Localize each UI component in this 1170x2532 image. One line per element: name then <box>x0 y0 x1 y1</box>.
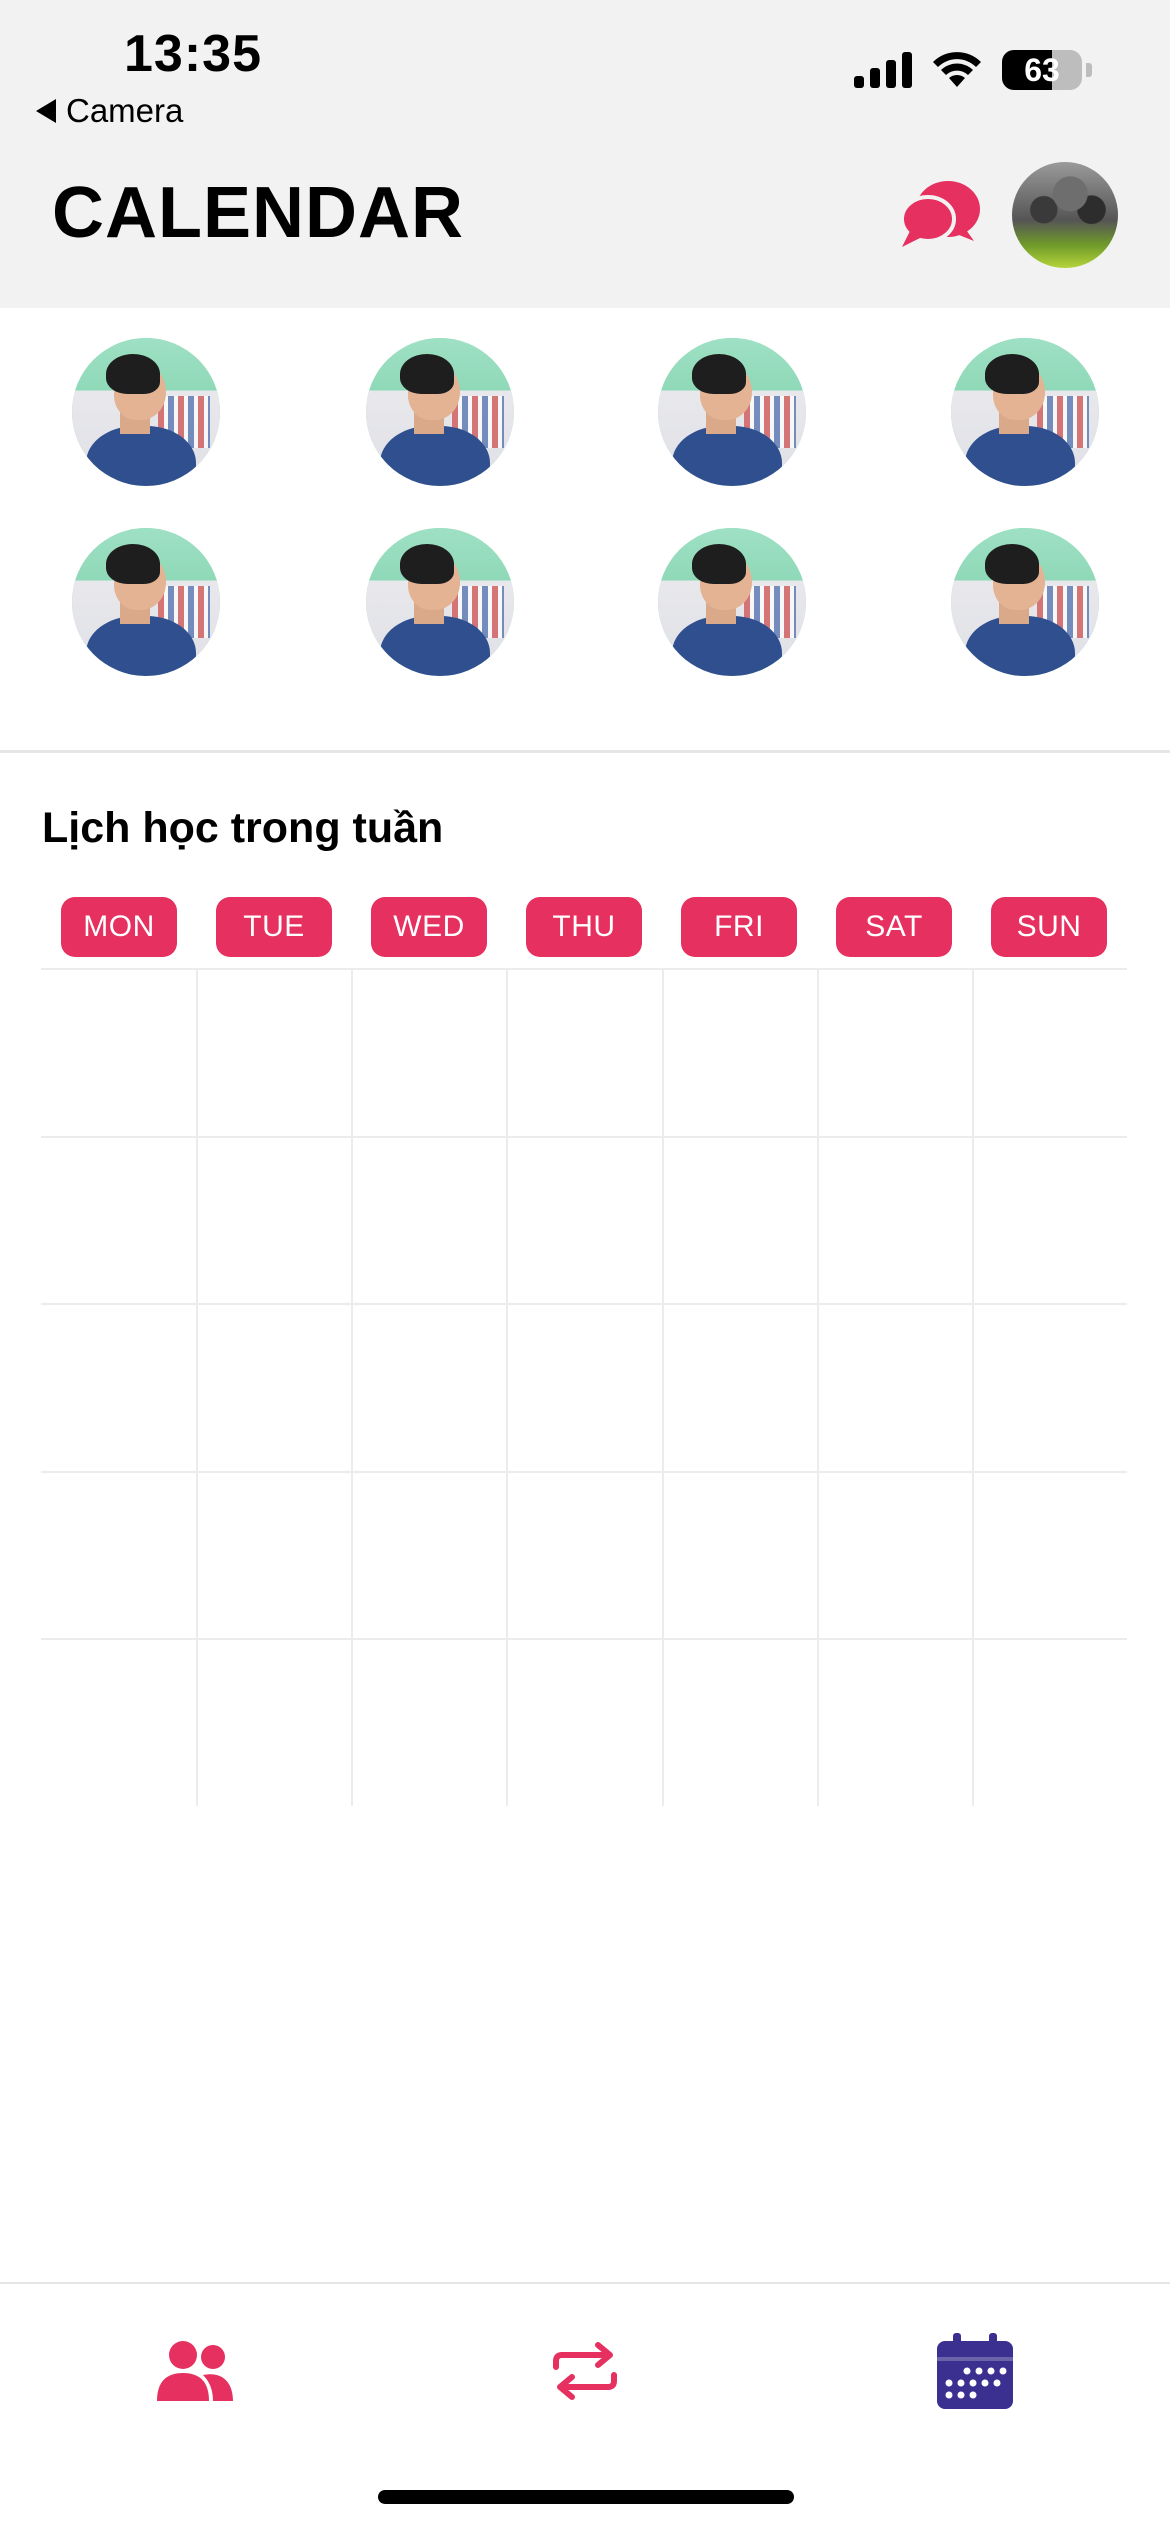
section-divider <box>0 750 1170 753</box>
friend-avatar[interactable] <box>951 528 1099 676</box>
day-pill-tue[interactable]: TUE <box>216 897 332 957</box>
profile-avatar[interactable] <box>1012 162 1118 268</box>
nav-swap-button[interactable] <box>540 2326 630 2416</box>
day-pill-sun[interactable]: SUN <box>991 897 1107 957</box>
chat-bubbles-icon[interactable] <box>898 175 982 255</box>
bottom-nav-divider <box>0 2282 1170 2284</box>
grid-row-line <box>41 1471 1127 1473</box>
day-pill-sat[interactable]: SAT <box>836 897 952 957</box>
friend-avatar[interactable] <box>366 528 514 676</box>
top-area: 13:35 Camera 63 CALENDAR <box>0 0 1170 308</box>
status-time: 13:35 <box>124 25 262 83</box>
nav-friends-button[interactable] <box>150 2326 240 2416</box>
grid-column-line <box>817 968 819 1806</box>
back-arrow-icon <box>36 99 56 123</box>
friend-avatar[interactable] <box>72 528 220 676</box>
grid-row-line <box>41 1303 1127 1305</box>
grid-column-line <box>972 968 974 1806</box>
users-icon <box>157 2341 233 2401</box>
calendar-icon <box>937 2333 1013 2409</box>
wifi-icon <box>933 52 981 87</box>
schedule-title: Lịch học trong tuần <box>42 804 444 852</box>
cellular-signal-icon <box>854 52 912 88</box>
day-pill-mon[interactable]: MON <box>61 897 177 957</box>
nav-calendar-button[interactable] <box>930 2326 1020 2416</box>
grid-row-line <box>41 968 1127 970</box>
battery-icon: 63 <box>1002 50 1082 90</box>
home-indicator <box>378 2490 794 2504</box>
battery-cap <box>1086 63 1092 77</box>
battery-level: 63 <box>1024 51 1060 88</box>
grid-row-line <box>41 1638 1127 1640</box>
repeat-icon <box>553 2342 617 2400</box>
friend-avatar[interactable] <box>366 338 514 486</box>
day-pill-wed[interactable]: WED <box>371 897 487 957</box>
grid-column-line <box>196 968 198 1806</box>
day-pill-thu[interactable]: THU <box>526 897 642 957</box>
grid-column-line <box>351 968 353 1806</box>
day-pill-fri[interactable]: FRI <box>681 897 797 957</box>
status-icons: 63 <box>854 50 1092 90</box>
page-title: CALENDAR <box>52 173 464 253</box>
back-to-app-button[interactable]: Camera <box>36 92 183 130</box>
schedule-grid <box>41 968 1127 1806</box>
grid-column-line <box>662 968 664 1806</box>
friends-grid <box>0 308 1170 750</box>
friend-avatar[interactable] <box>72 338 220 486</box>
friend-avatar[interactable] <box>658 528 806 676</box>
grid-row-line <box>41 1136 1127 1138</box>
back-app-label: Camera <box>66 92 184 129</box>
friend-avatar[interactable] <box>658 338 806 486</box>
friend-avatar[interactable] <box>951 338 1099 486</box>
grid-column-line <box>506 968 508 1806</box>
